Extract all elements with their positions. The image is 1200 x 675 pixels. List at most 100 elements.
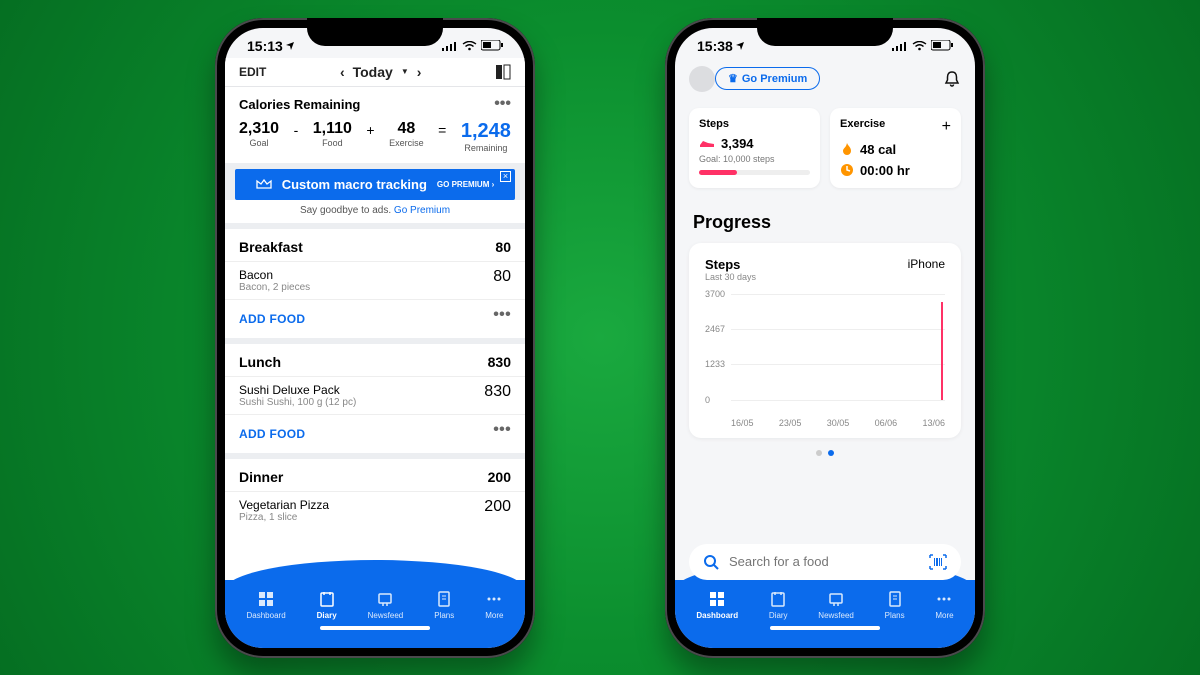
exercise-time: 00:00 hr [860, 163, 910, 178]
chevron-right-icon[interactable]: › [417, 64, 422, 80]
more-icon[interactable]: ••• [493, 427, 511, 441]
meal-total: 80 [495, 239, 511, 255]
location-icon [735, 41, 745, 51]
notch [307, 18, 443, 46]
nav-newsfeed[interactable]: Newsfeed [368, 590, 404, 620]
location-icon [285, 41, 295, 51]
nav-diary[interactable]: Diary [317, 590, 337, 620]
nav-diary[interactable]: Diary [769, 590, 788, 620]
go-premium-link[interactable]: Go Premium [394, 205, 450, 216]
signal-icon [442, 41, 458, 51]
nav-more[interactable]: More [935, 590, 953, 620]
home-indicator[interactable] [770, 626, 880, 630]
dashboard-icon [257, 590, 275, 608]
more-icon[interactable]: ••• [493, 312, 511, 326]
barcode-icon[interactable] [929, 554, 947, 570]
diary-icon [318, 590, 336, 608]
nav-plans[interactable]: Plans [434, 590, 454, 620]
meal-total: 200 [488, 469, 511, 485]
steps-card[interactable]: Steps 3,394 Goal: 10,000 steps [689, 108, 820, 188]
food-search[interactable] [689, 544, 961, 580]
nav-plans[interactable]: Plans [885, 590, 905, 620]
plans-icon [886, 590, 904, 608]
more-icon[interactable]: ••• [494, 101, 511, 107]
remaining-value: 1,248 [461, 120, 511, 143]
exercise-card[interactable]: Exercise+ 48 cal 00:00 hr [830, 108, 961, 188]
avatar[interactable] [689, 66, 715, 92]
search-input[interactable] [729, 554, 919, 569]
add-food-button[interactable]: ADD FOOD [239, 312, 305, 326]
nutrition-icon[interactable] [495, 64, 511, 80]
newsfeed-icon [827, 590, 845, 608]
steps-progress-bar [699, 170, 810, 175]
page-dot-active[interactable] [828, 450, 834, 456]
date-picker[interactable]: ‹ Today ▼ › [340, 64, 421, 80]
add-food-button[interactable]: ADD FOOD [239, 427, 305, 441]
ad-title: Custom macro tracking [282, 177, 427, 192]
nav-newsfeed[interactable]: Newsfeed [818, 590, 854, 620]
wifi-icon [462, 41, 477, 51]
nav-dashboard[interactable]: Dashboard [696, 590, 738, 620]
screen-diary: 15:13 EDIT ‹ Today ▼ › [225, 28, 525, 648]
phone-right: 15:38 ♛ Go Premium Steps 3, [665, 18, 985, 658]
chart-source: iPhone [908, 257, 945, 271]
steps-value: 3,394 [721, 136, 754, 151]
food-item[interactable]: BaconBacon, 2 pieces80 [225, 261, 525, 299]
ad-cta[interactable]: GO PREMIUM › [437, 180, 494, 189]
meal-total: 830 [488, 354, 511, 370]
diary-icon [769, 590, 787, 608]
screen-dashboard: 15:38 ♛ Go Premium Steps 3, [675, 28, 975, 648]
chart-title: Steps [705, 257, 756, 272]
diary-toolbar: EDIT ‹ Today ▼ › [225, 58, 525, 86]
steps-chart-card[interactable]: Steps Last 30 days iPhone 0123324673700 … [689, 243, 961, 438]
plus-icon[interactable]: + [942, 118, 951, 136]
bell-icon[interactable] [943, 70, 961, 88]
nav-more[interactable]: More [485, 590, 503, 620]
status-time: 15:13 [247, 38, 283, 54]
food-value: 1,110 [313, 120, 352, 138]
go-premium-button[interactable]: ♛ Go Premium [715, 67, 820, 90]
exercise-value: 48 [389, 120, 424, 138]
pager-dots[interactable] [675, 438, 975, 468]
crown-icon [256, 178, 272, 190]
notch [757, 18, 893, 46]
shoe-icon [699, 137, 715, 149]
status-time: 15:38 [697, 38, 733, 54]
premium-ad-banner[interactable]: Custom macro tracking GO PREMIUM › × [235, 169, 515, 200]
close-icon[interactable]: × [500, 171, 511, 182]
dropdown-icon[interactable]: ▼ [401, 67, 409, 76]
wifi-icon [912, 41, 927, 51]
battery-icon [481, 40, 503, 51]
meal-name: Breakfast [239, 239, 303, 255]
steps-goal: Goal: 10,000 steps [699, 154, 810, 164]
chevron-left-icon[interactable]: ‹ [340, 64, 345, 80]
bottom-nav: Dashboard Diary Newsfeed Plans More [225, 580, 525, 648]
meal-name: Dinner [239, 469, 283, 485]
crown-icon: ♛ [728, 72, 738, 85]
steps-chart: 0123324673700 [705, 294, 945, 414]
date-label: Today [353, 64, 393, 80]
food-item[interactable]: Sushi Deluxe PackSushi Sushi, 100 g (12 … [225, 376, 525, 414]
phone-left: 15:13 EDIT ‹ Today ▼ › [215, 18, 535, 658]
ad-subtitle: Say goodbye to ads. Go Premium [225, 200, 525, 223]
more-icon [935, 590, 953, 608]
food-item[interactable]: Vegetarian PizzaPizza, 1 slice200 [225, 491, 525, 529]
progress-title: Progress [675, 196, 975, 243]
search-icon [703, 554, 719, 570]
page-dot[interactable] [816, 450, 822, 456]
chart-subtitle: Last 30 days [705, 272, 756, 282]
goal-value: 2,310 [239, 120, 279, 138]
flame-icon [840, 142, 854, 156]
meal-name: Lunch [239, 354, 281, 370]
dashboard-header: ♛ Go Premium [675, 58, 975, 100]
meals-list: Breakfast 80 BaconBacon, 2 pieces80 ADD FOO… [225, 223, 525, 580]
bottom-nav: Dashboard Diary Newsfeed Plans More [675, 580, 975, 648]
newsfeed-icon [376, 590, 394, 608]
calories-card: Calories Remaining ••• 2,310Goal - 1,110… [225, 87, 525, 163]
clock-icon [840, 163, 854, 177]
nav-dashboard[interactable]: Dashboard [247, 590, 286, 620]
home-indicator[interactable] [320, 626, 430, 630]
battery-icon [931, 40, 953, 51]
edit-button[interactable]: EDIT [239, 65, 266, 79]
more-icon [485, 590, 503, 608]
